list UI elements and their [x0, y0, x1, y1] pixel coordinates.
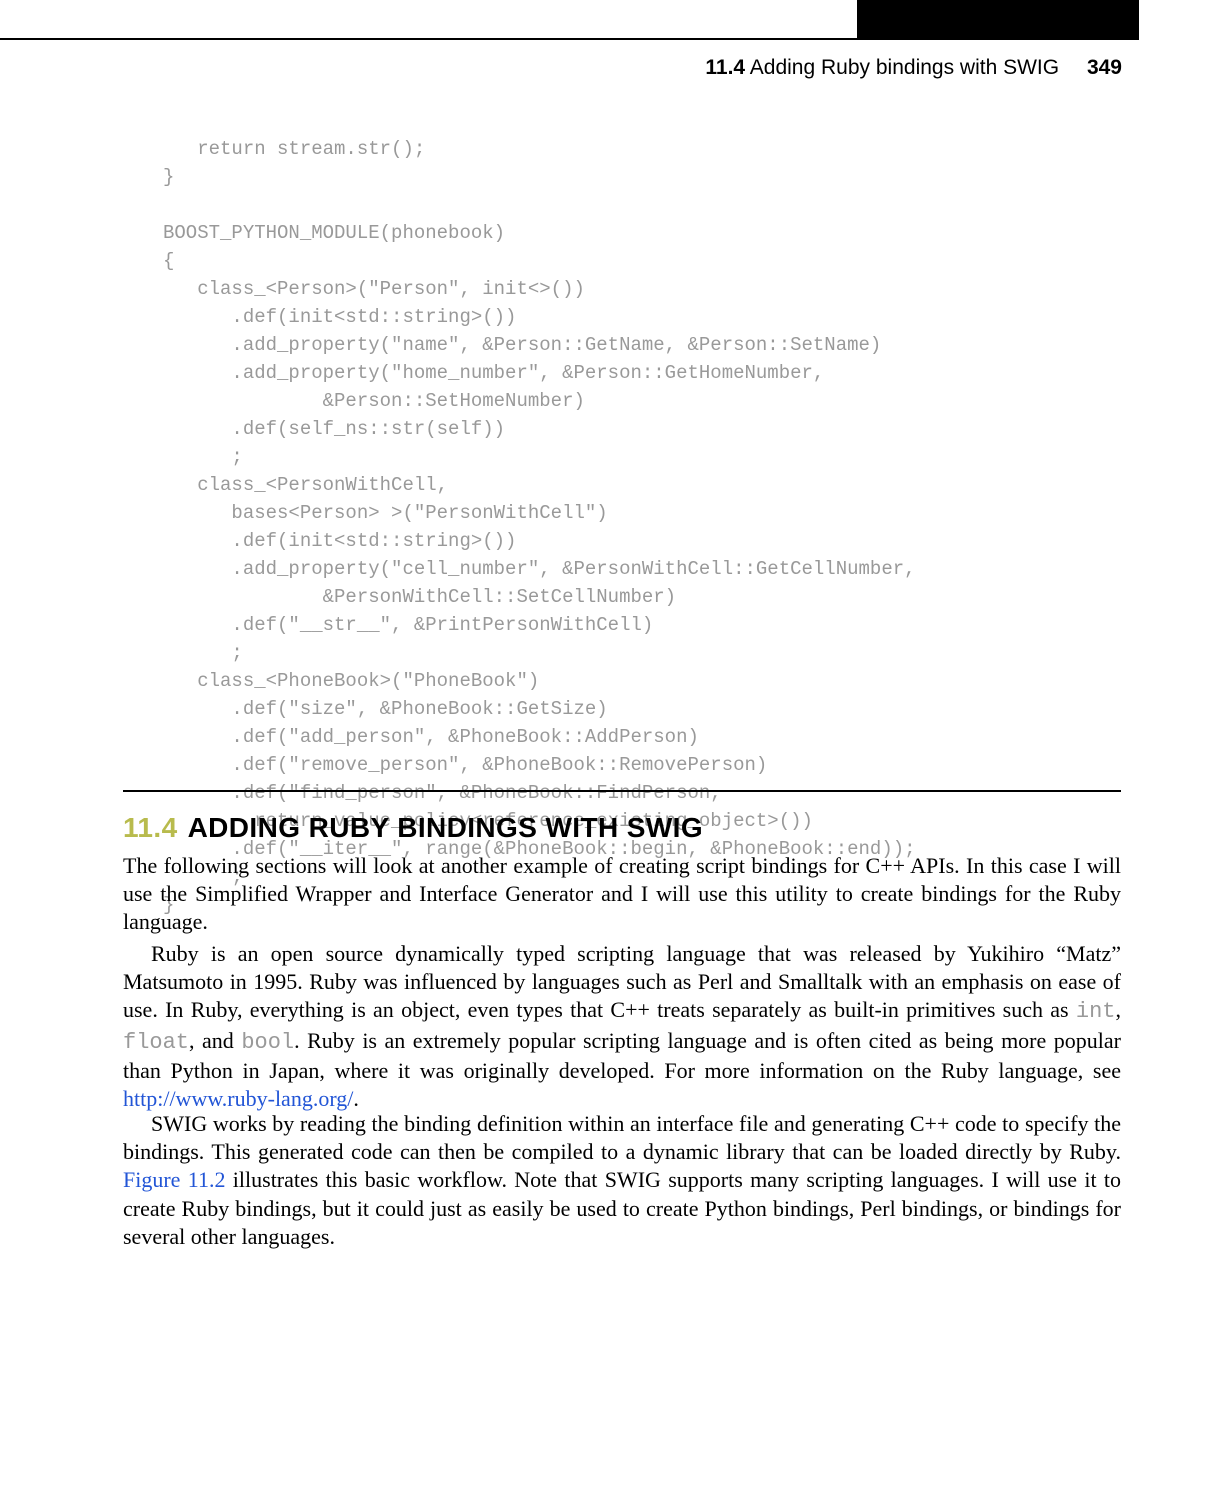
page-number: 349 — [1087, 56, 1122, 79]
section-title: ADDING RUBY BINDINGS WITH SWIG — [188, 812, 703, 843]
ruby-lang-link[interactable]: http://www.ruby-lang.org/ — [123, 1086, 353, 1111]
section-rule — [123, 790, 1121, 792]
header-section-number: 11.4 — [705, 56, 745, 79]
para3-text-a: SWIG works by reading the binding defini… — [123, 1111, 1121, 1164]
paragraph-2: Ruby is an open source dynamically typed… — [123, 940, 1121, 1113]
header-section-title: Adding Ruby bindings with SWIG — [750, 56, 1059, 79]
paragraph-1: The following sections will look at anot… — [123, 852, 1121, 937]
section-number: 11.4 — [123, 812, 178, 843]
inline-code-int: int — [1076, 999, 1116, 1024]
inline-code-bool: bool — [241, 1030, 294, 1055]
paragraph-3: SWIG works by reading the binding defini… — [123, 1110, 1121, 1251]
figure-11-2-link[interactable]: Figure 11.2 — [123, 1167, 225, 1192]
top-corner-accent — [857, 0, 1139, 38]
section-heading: 11.4 ADDING RUBY BINDINGS WITH SWIG — [123, 812, 703, 844]
running-head: 11.4 Adding Ruby bindings with SWIG 349 — [705, 56, 1122, 80]
para2-text-a: Ruby is an open source dynamically typed… — [123, 941, 1121, 1022]
code-listing: return stream.str(); } BOOST_PYTHON_MODU… — [163, 135, 1091, 919]
para3-text-b: illustrates this basic workflow. Note th… — [123, 1167, 1121, 1248]
para2-text-e: . — [353, 1086, 359, 1111]
inline-code-float: float — [123, 1030, 189, 1055]
para2-text-c: , and — [189, 1028, 241, 1053]
header-rule — [0, 38, 1139, 40]
para2-text-b: , — [1116, 997, 1122, 1022]
